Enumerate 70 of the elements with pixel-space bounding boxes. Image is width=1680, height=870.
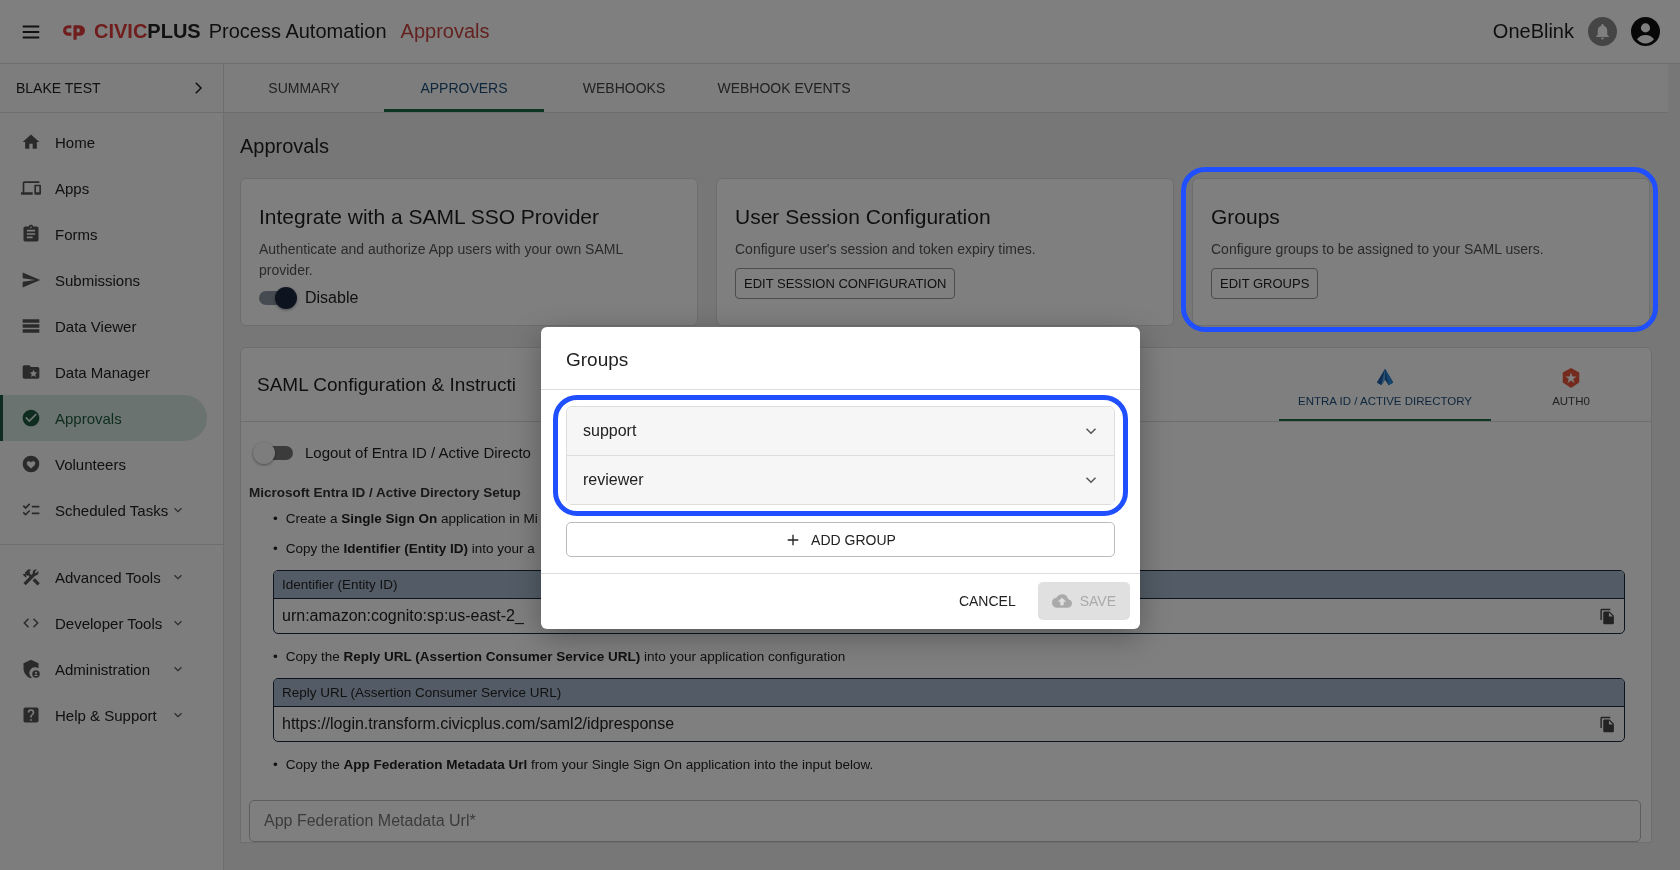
nav-item[interactable]: Apps — [0, 165, 207, 211]
nav-item[interactable]: Approvals — [0, 395, 207, 441]
page-title: Approvals — [239, 134, 330, 159]
field-value: urn:amazon:cognito:sp:us-east-2_ — [282, 607, 524, 625]
tab[interactable]: WEBHOOKS — [544, 64, 704, 112]
clipboard-icon — [21, 224, 41, 244]
edit-button[interactable]: EDIT GROUPS — [1211, 268, 1319, 299]
brand-name: CIVICPLUS — [94, 20, 201, 43]
logo-icon — [62, 23, 86, 40]
instruction-text: Copy the Reply URL (Assertion Consumer Service URL) into your application configuration — [285, 648, 846, 666]
nav-item[interactable]: Administration — [0, 646, 207, 692]
instruction-text: Copy the Identifier (Entity ID) into your a — [285, 540, 535, 558]
tab[interactable]: SUMMARY — [224, 64, 384, 112]
card-description: Authenticate and authorize App users with your own SAML provider. — [259, 240, 624, 280]
instruction-text: Create a Single Sign On application in Mi — [285, 510, 538, 528]
instruction-text: Copy the App Federation Metadata Url from your Single Sign On application into the input below. — [285, 756, 874, 774]
shield-icon — [21, 659, 41, 679]
star-shield-icon — [1560, 366, 1582, 389]
nav-item[interactable]: Help & Support — [0, 692, 207, 738]
notifications-button[interactable] — [1588, 17, 1617, 46]
account-switcher[interactable]: BLAKE TEST — [0, 64, 223, 113]
send-icon — [21, 270, 41, 290]
avatar-icon — [1631, 17, 1660, 46]
folder-icon — [21, 362, 41, 382]
upload-cloud-icon — [1051, 591, 1072, 611]
card-title: Integrate with a SAML SSO Provider — [259, 205, 601, 229]
tab[interactable]: ENTRA ID / ACTIVE DIRECTORY — [1279, 348, 1491, 421]
card-title: Groups — [1211, 205, 1281, 229]
bell-icon — [1593, 22, 1612, 41]
nav-item[interactable]: Scheduled Tasks — [0, 487, 207, 533]
dialog-title: Groups — [541, 327, 1140, 390]
nav-item[interactable]: Forms — [0, 211, 207, 257]
tab[interactable]: APPROVERS — [384, 64, 544, 112]
copy-icon — [1599, 715, 1616, 733]
devices-icon — [21, 178, 41, 198]
bullet: • — [273, 540, 278, 558]
bullet: • — [273, 510, 278, 528]
field-value: https://login.transform.civicplus.com/saml2/idpresponse — [282, 715, 675, 733]
edit-button[interactable]: EDIT SESSION CONFIGURATION — [735, 268, 956, 299]
metadata-url-field[interactable]: App Federation Metadata Url* — [249, 800, 1641, 842]
toggle-label: Disable — [305, 289, 359, 307]
toggle-label: Logout of Entra ID / Active Directo — [305, 444, 531, 461]
nav-item[interactable]: Submissions — [0, 257, 207, 303]
nav-item[interactable]: Developer Tools — [0, 600, 207, 646]
account-name: OneBlink — [1492, 20, 1574, 43]
panel-title: SAML Configuration & Instructi — [257, 373, 517, 396]
nav-item[interactable]: Data Viewer — [0, 303, 207, 349]
section-heading: Microsoft Entra ID / Active Directory Setup — [249, 485, 521, 500]
bullet: • — [273, 648, 278, 666]
tab[interactable]: AUTH0 — [1491, 348, 1651, 421]
nav-item[interactable]: Advanced Tools — [0, 554, 207, 600]
nav-item[interactable]: Home — [0, 119, 207, 165]
bullet: • — [273, 756, 278, 774]
home-icon — [21, 132, 41, 152]
group-row[interactable]: reviewer — [567, 455, 1114, 504]
add-group-button[interactable]: ADD GROUP — [566, 522, 1115, 557]
section-name: Approvals — [400, 20, 490, 43]
card-title: User Session Configuration — [735, 205, 992, 229]
card-description: Configure user's session and token expiry times. — [735, 240, 1037, 259]
product-name: Process Automation — [208, 20, 387, 43]
list-icon — [21, 316, 41, 336]
card-description: Configure groups to be assigned to your SAML users. — [1211, 240, 1545, 259]
nav-item[interactable]: Data Manager — [0, 349, 207, 395]
tab[interactable]: WEBHOOK EVENTS — [704, 64, 864, 112]
nav-item[interactable]: Volunteers — [0, 441, 207, 487]
copy-icon — [1599, 607, 1616, 625]
help-icon — [21, 705, 41, 725]
field-label: Reply URL (Assertion Consumer Service URL) — [274, 679, 1624, 707]
group-row[interactable]: support — [567, 407, 1114, 455]
tools-icon — [21, 567, 41, 587]
